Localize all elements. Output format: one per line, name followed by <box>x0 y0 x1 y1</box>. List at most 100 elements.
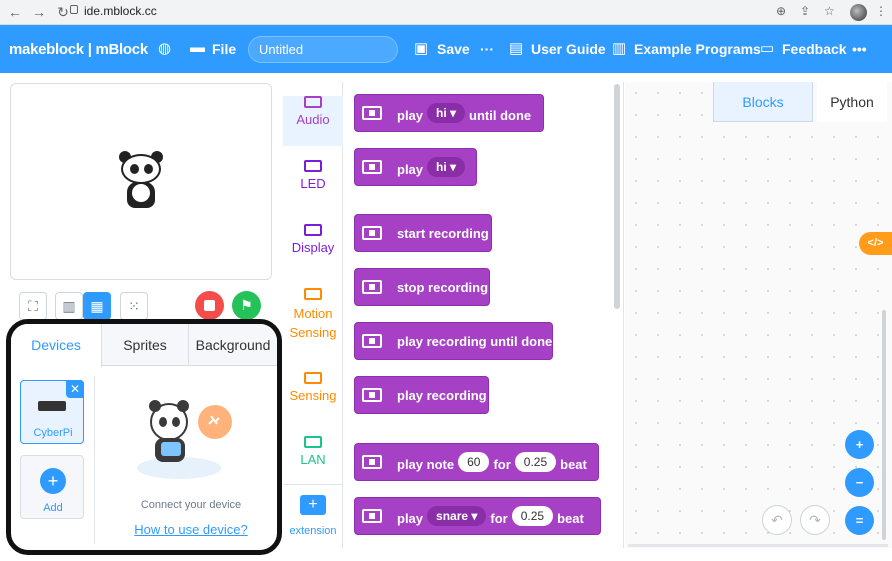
block-text: play <box>397 511 424 526</box>
stage-canvas[interactable] <box>10 83 272 280</box>
profile-avatar[interactable] <box>850 4 867 21</box>
workspace-hscrollbar[interactable] <box>628 544 888 547</box>
workspace-vscrollbar[interactable] <box>882 310 886 540</box>
project-title-input[interactable] <box>248 36 398 63</box>
category-motion-sensing[interactable]: Motion Sensing <box>283 288 343 342</box>
block-text: start recording <box>397 226 489 241</box>
category-lan[interactable]: LAN <box>283 436 343 468</box>
block-play-note[interactable]: play note 60 for 0.25 beat <box>354 443 599 481</box>
palette-scrollbar[interactable] <box>614 84 620 309</box>
extension-plus-icon: + <box>300 495 326 515</box>
user-guide-button[interactable]: User Guide <box>531 41 606 57</box>
speaker-icon <box>362 106 382 120</box>
lock-icon <box>70 5 78 14</box>
fullscreen-icon[interactable]: ⛶ <box>19 292 47 320</box>
category-led[interactable]: LED <box>283 160 343 192</box>
tab-devices[interactable]: Devices <box>11 324 102 367</box>
tab-background[interactable]: Background <box>189 324 277 366</box>
note-input[interactable]: 60 <box>458 452 490 472</box>
add-label: Add <box>43 502 63 514</box>
drum-dropdown[interactable]: snare ▾ <box>427 506 487 526</box>
category-label: Audio <box>296 112 330 127</box>
large-stage-icon[interactable]: ▦ <box>83 292 111 320</box>
code-toggle-button[interactable]: </> <box>859 232 892 255</box>
panel-tabs: Devices Sprites Background <box>11 324 277 367</box>
overflow-menu[interactable]: ••• <box>852 41 867 57</box>
beat-input[interactable]: 0.25 <box>511 506 554 526</box>
zoom-icon[interactable]: ⊕ <box>776 4 786 18</box>
document-icon: ▤ <box>509 40 524 57</box>
plus-icon: + <box>40 468 66 494</box>
app-logo: makeblock | mBlock <box>9 41 148 58</box>
green-flag-button[interactable]: ⚑ <box>232 291 261 320</box>
add-device-button[interactable]: + Add <box>20 455 84 519</box>
motion-sensing-icon <box>304 288 322 300</box>
how-to-use-device-link[interactable]: How to use device? <box>106 522 276 537</box>
redo-icon[interactable]: ↷ <box>800 505 830 535</box>
speaker-icon <box>362 226 382 240</box>
feedback-button[interactable]: Feedback <box>782 41 847 57</box>
block-text: play note <box>397 457 455 472</box>
device-panel: Devices Sprites Background ✕ CyberPi + A… <box>6 319 282 555</box>
globe-icon[interactable]: ◍ <box>158 39 171 57</box>
bookmark-star-icon[interactable]: ☆ <box>824 4 835 18</box>
example-programs-button[interactable]: Example Programs <box>634 41 761 57</box>
browser-toolbar: ← → ↻ ide.mblock.cc ⊕ ⇪ ☆ ⋮ <box>0 0 892 25</box>
block-stop-recording[interactable]: stop recording <box>354 268 490 306</box>
grid-view-icon[interactable]: ⁙ <box>120 292 148 320</box>
category-label: Motion Sensing <box>289 306 337 340</box>
tab-python[interactable]: Python <box>817 82 887 122</box>
extension-button[interactable]: + extension <box>283 484 343 548</box>
block-start-recording[interactable]: start recording <box>354 214 492 252</box>
block-play[interactable]: play hi ▾ <box>354 148 477 186</box>
connect-device-text: Connect your device <box>140 499 242 511</box>
small-stage-icon[interactable]: ▥ <box>55 292 83 320</box>
save-button[interactable]: Save <box>437 41 470 57</box>
chat-icon: ▭ <box>760 40 775 57</box>
category-display[interactable]: Display <box>283 224 343 256</box>
block-text: play recording until done <box>397 334 553 349</box>
block-text: play <box>397 162 424 177</box>
category-label: Display <box>291 240 335 255</box>
speaker-icon <box>362 509 382 523</box>
panda-eye <box>130 164 139 174</box>
file-menu[interactable]: File <box>212 41 236 57</box>
device-card-cyberpi[interactable]: ✕ CyberPi <box>20 380 84 444</box>
block-text: for <box>490 511 508 526</box>
close-icon[interactable]: ✕ <box>66 380 84 398</box>
panda-head <box>121 154 161 184</box>
category-label: LED <box>300 176 326 191</box>
block-play-until-done[interactable]: play hi ▾ until done <box>354 94 544 132</box>
tab-sprites[interactable]: Sprites <box>102 324 189 366</box>
forward-icon[interactable]: → <box>30 3 48 21</box>
share-icon[interactable]: ⇪ <box>800 4 810 18</box>
undo-icon[interactable]: ↶ <box>762 505 792 535</box>
tab-blocks[interactable]: Blocks <box>713 82 813 122</box>
stop-icon <box>204 300 215 311</box>
block-play-drum[interactable]: play snare ▾ for 0.25 beat <box>354 497 601 535</box>
extension-label: extension <box>289 525 337 537</box>
block-text: play recording <box>397 388 487 403</box>
stop-button[interactable] <box>195 291 224 320</box>
sound-dropdown[interactable]: hi ▾ <box>427 157 466 177</box>
zoom-reset-icon[interactable]: = <box>845 506 874 535</box>
audio-icon <box>304 96 322 108</box>
zoom-in-icon[interactable]: + <box>845 430 874 459</box>
speaker-icon <box>362 455 382 469</box>
category-sensing[interactable]: Sensing <box>283 372 343 404</box>
panda-eye <box>144 164 153 174</box>
block-play-recording[interactable]: play recording <box>354 376 489 414</box>
sound-dropdown[interactable]: hi ▾ <box>427 103 466 123</box>
display-icon <box>304 224 322 236</box>
more-menu[interactable]: ··· <box>480 41 494 57</box>
zoom-out-icon[interactable]: − <box>845 468 874 497</box>
cyberpi-board-icon <box>38 401 66 411</box>
speaker-icon <box>362 280 382 294</box>
back-icon[interactable]: ← <box>6 3 24 21</box>
browser-menu-icon[interactable]: ⋮ <box>875 4 887 18</box>
beat-input[interactable]: 0.25 <box>514 452 557 472</box>
block-text: for <box>493 457 511 472</box>
address-bar[interactable]: ide.mblock.cc <box>84 4 157 18</box>
category-audio[interactable]: Audio <box>283 96 343 146</box>
block-play-recording-until-done[interactable]: play recording until done <box>354 322 553 360</box>
